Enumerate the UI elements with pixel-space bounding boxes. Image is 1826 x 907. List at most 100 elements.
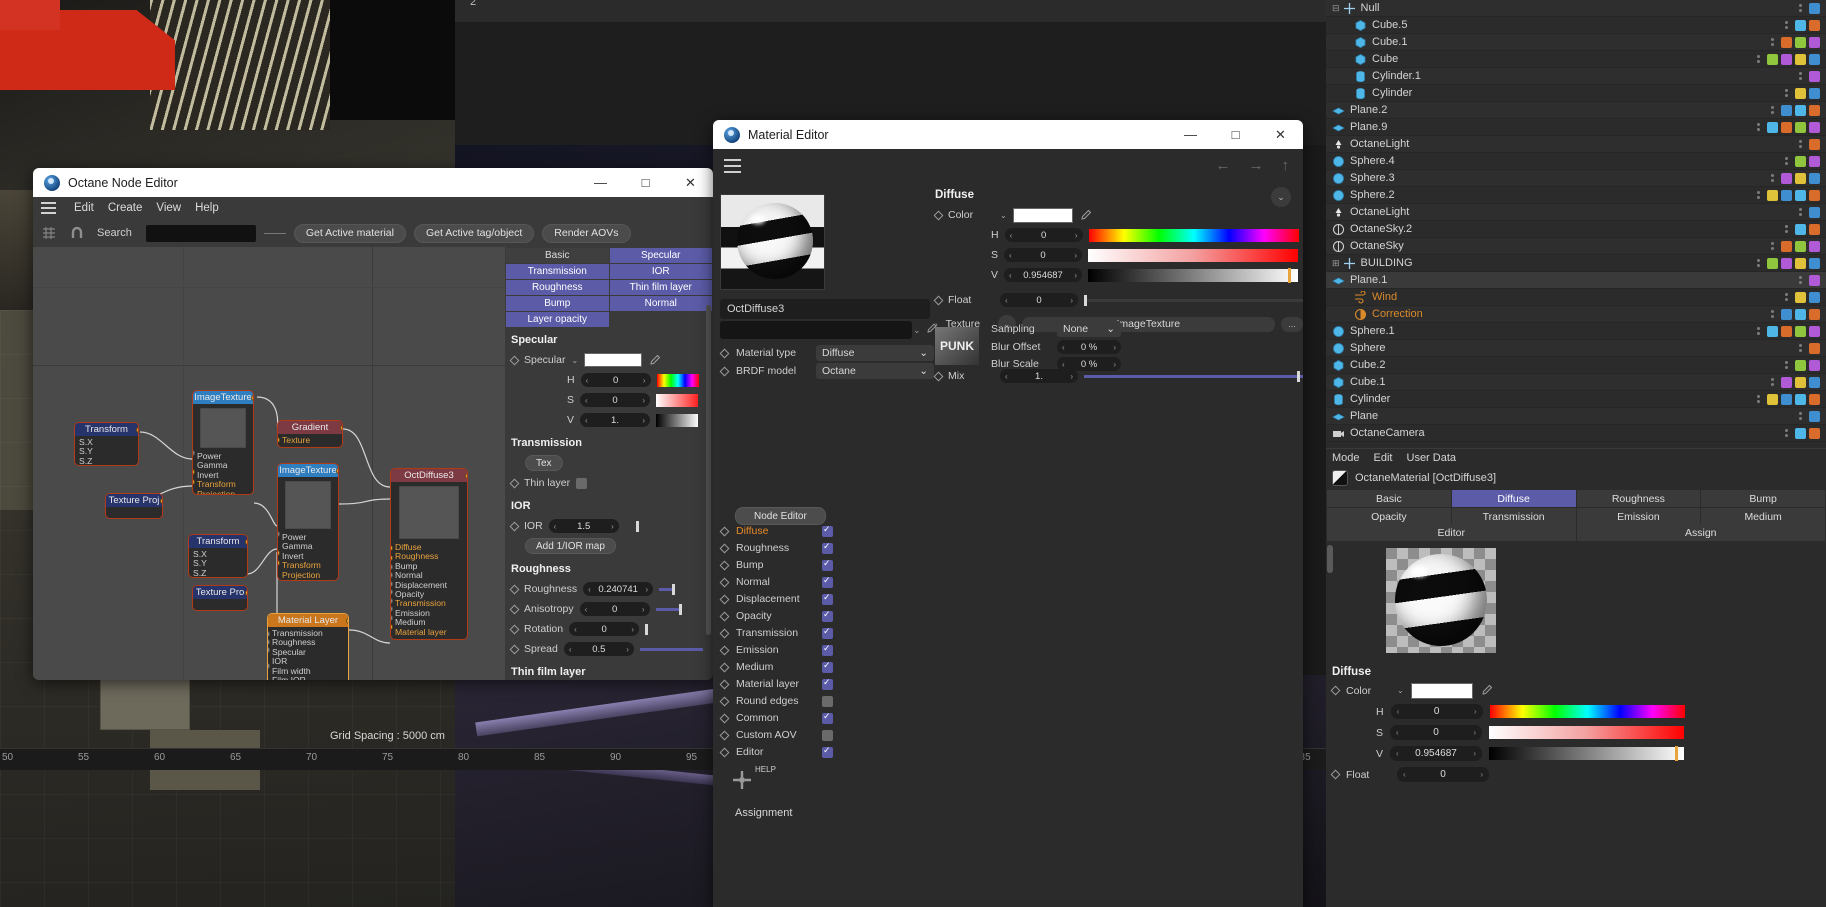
diffuse-sampling-row[interactable]: PUNK Sampling None ⌄ Blur Offset ‹ 0 % ›…	[935, 321, 1303, 371]
hue-gradient-bar[interactable]	[1489, 705, 1685, 718]
decrement-arrow-icon[interactable]: ‹	[586, 376, 589, 385]
diffuse-float-slider[interactable]	[1084, 294, 1303, 306]
channel-row-normal[interactable]: Normal	[719, 575, 833, 588]
node-header[interactable]: Transform	[75, 423, 138, 436]
object-tag[interactable]	[1809, 342, 1820, 354]
preview-scrollbar[interactable]	[1327, 545, 1333, 573]
keyframe-diamond-icon[interactable]	[509, 521, 520, 531]
object-tag[interactable]	[1795, 104, 1806, 116]
visibility-dots-icon[interactable]	[1771, 106, 1774, 114]
keyframe-diamond-icon[interactable]	[933, 210, 944, 220]
object-tree-row[interactable]: Sphere.1	[1326, 323, 1826, 340]
object-tag[interactable]	[1767, 393, 1778, 405]
keyframe-diamond-icon[interactable]	[719, 645, 730, 655]
decrement-arrow-icon[interactable]: ‹	[1009, 271, 1012, 280]
decrement-arrow-icon[interactable]: ‹	[1005, 296, 1008, 305]
object-tree-row[interactable]: Cube	[1326, 51, 1826, 68]
object-tag[interactable]	[1809, 308, 1820, 320]
object-tags[interactable]	[1795, 291, 1826, 303]
saturation-gradient-bar[interactable]	[656, 393, 699, 407]
object-tag[interactable]	[1809, 36, 1820, 48]
object-tree-row[interactable]: OctaneLight	[1326, 136, 1826, 153]
object-tag[interactable]	[1795, 36, 1806, 48]
object-tags[interactable]	[1809, 342, 1826, 354]
node-material-layer[interactable]: Material Layer Transmission Roughness Sp…	[267, 613, 349, 680]
add-ior-map-row[interactable]: Add 1/IOR map	[505, 536, 713, 556]
increment-arrow-icon[interactable]: ›	[1474, 707, 1477, 716]
tab-opacity[interactable]: Opacity	[1327, 508, 1451, 525]
object-manager-menubar[interactable]: Mode Edit User Data	[1326, 448, 1826, 466]
object-tag[interactable]	[1795, 87, 1806, 99]
visibility-dots-icon[interactable]	[1785, 361, 1788, 369]
channel-row-common[interactable]: Common	[719, 711, 833, 724]
visibility-dots-icon[interactable]	[1799, 344, 1802, 352]
object-tag[interactable]	[1809, 138, 1820, 150]
saturation-gradient-bar[interactable]	[1088, 248, 1299, 262]
node-editor-button[interactable]: Node Editor	[735, 507, 826, 525]
node-header[interactable]: Material Layer	[268, 614, 348, 627]
node-port[interactable]: Film IOR	[272, 675, 348, 680]
node-imagetexture-2[interactable]: ImageTexture Power Gamma Invert Transfor…	[277, 463, 339, 581]
diffuse-float-field[interactable]: ‹ 0 ›	[1000, 293, 1078, 307]
tab-specular[interactable]: Specular	[609, 248, 712, 263]
channel-row-opacity[interactable]: Opacity	[719, 609, 833, 622]
attribute-tab-grid[interactable]: Basic Specular Transmission IOR Roughnes…	[505, 247, 713, 327]
object-tags[interactable]	[1781, 104, 1826, 116]
decrement-arrow-icon[interactable]: ‹	[585, 416, 588, 425]
tree-expander-icon[interactable]: ⊟	[1332, 3, 1340, 14]
increment-arrow-icon[interactable]: ›	[643, 376, 646, 385]
menu-mode[interactable]: Mode	[1332, 452, 1360, 464]
object-tag[interactable]	[1809, 325, 1820, 337]
object-tags[interactable]	[1809, 206, 1826, 218]
material-editor-minimize-button[interactable]: —	[1168, 120, 1213, 149]
rotation-field[interactable]: ‹ 0 ›	[569, 622, 640, 636]
object-tree-row[interactable]: Cube.5	[1326, 17, 1826, 34]
node-texture-projection-1[interactable]: Texture Proj	[105, 493, 163, 519]
decrement-arrow-icon[interactable]: ‹	[585, 396, 588, 405]
object-tag[interactable]	[1781, 240, 1792, 252]
object-tree-row[interactable]: ⊟ Null	[1326, 0, 1826, 17]
specular-color-swatch[interactable]	[584, 353, 643, 367]
s-row[interactable]: S ‹ 0 ›	[1326, 722, 1826, 743]
object-tag[interactable]	[1809, 274, 1820, 286]
increment-arrow-icon[interactable]: ›	[1113, 343, 1116, 352]
channel-row-medium[interactable]: Medium	[719, 660, 833, 673]
roughness-field[interactable]: ‹ 0.240741 ›	[583, 582, 654, 596]
object-tree-row[interactable]: OctaneCamera	[1326, 425, 1826, 442]
tab-medium[interactable]: Medium	[1701, 508, 1825, 525]
tex-button[interactable]: Tex	[525, 455, 563, 471]
object-tags[interactable]	[1781, 172, 1826, 184]
spread-slider[interactable]	[639, 647, 703, 651]
object-tag[interactable]	[1795, 427, 1806, 439]
channel-checkbox[interactable]	[822, 626, 833, 639]
channel-checkbox[interactable]	[822, 677, 833, 690]
node-header[interactable]: Transform	[189, 535, 247, 548]
eyedropper-icon[interactable]	[648, 354, 661, 367]
object-tree-row[interactable]: Cylinder	[1326, 391, 1826, 408]
object-tag[interactable]	[1809, 189, 1820, 201]
node-header[interactable]: Texture Proj	[106, 494, 162, 507]
channel-checkbox[interactable]	[822, 609, 833, 622]
visibility-dots-icon[interactable]	[1785, 157, 1788, 165]
rotation-row[interactable]: Rotation ‹ 0 ›	[505, 619, 713, 639]
increment-arrow-icon[interactable]: ›	[1074, 251, 1077, 260]
decrement-arrow-icon[interactable]: ‹	[1062, 360, 1065, 369]
object-tag[interactable]	[1795, 325, 1806, 337]
decrement-arrow-icon[interactable]: ‹	[588, 585, 591, 594]
decrement-arrow-icon[interactable]: ‹	[569, 645, 572, 654]
object-tag[interactable]	[1809, 223, 1820, 235]
node-output-port[interactable]	[251, 395, 253, 401]
material-type-select[interactable]: Diffuse ⌄	[816, 345, 934, 361]
object-tree-row[interactable]: Sphere.2	[1326, 187, 1826, 204]
channel-checkbox[interactable]	[822, 558, 833, 571]
keyframe-diamond-icon[interactable]	[719, 577, 730, 587]
increment-arrow-icon[interactable]: ›	[1480, 770, 1483, 779]
object-tree-row[interactable]: ⊞ BUILDING	[1326, 255, 1826, 272]
tab-bump[interactable]: Bump	[506, 296, 609, 311]
tab-editor[interactable]: Editor	[1327, 524, 1576, 541]
attribute-panel-scrollbar[interactable]	[706, 305, 711, 635]
keyframe-diamond-icon[interactable]	[719, 526, 730, 536]
channel-checkbox[interactable]	[822, 711, 833, 724]
channel-row-roughness[interactable]: Roughness	[719, 541, 833, 554]
object-tag[interactable]	[1781, 325, 1792, 337]
